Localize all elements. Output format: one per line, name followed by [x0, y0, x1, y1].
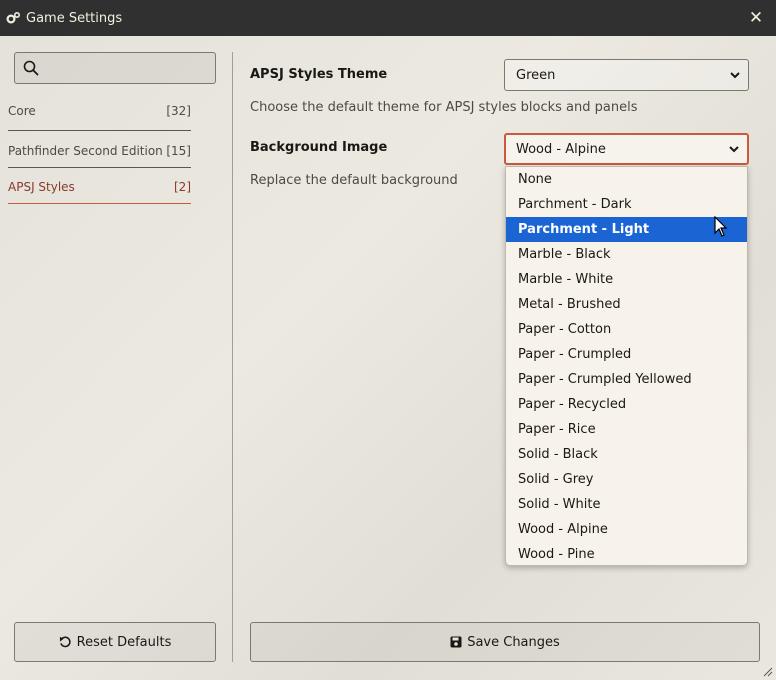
save-changes-button[interactable]: Save Changes	[250, 622, 760, 662]
background-select-value: Wood - Alpine	[516, 141, 606, 157]
category-core[interactable]: Core [32]	[8, 104, 191, 118]
panel-divider	[232, 52, 233, 662]
dropdown-option[interactable]: Solid - Black	[506, 442, 747, 467]
chevron-down-icon	[729, 146, 739, 153]
dropdown-option[interactable]: Paper - Crumpled	[506, 342, 747, 367]
gears-icon	[4, 9, 22, 27]
background-dropdown-list[interactable]: None Parchment - Dark Parchment - Light Mar…	[505, 166, 748, 566]
dropdown-option[interactable]: Paper - Recycled	[506, 392, 747, 417]
background-setting-label: Background Image	[250, 140, 388, 155]
undo-icon	[59, 636, 71, 647]
dropdown-option[interactable]: None	[506, 167, 747, 192]
sidebar	[14, 52, 216, 84]
category-pathfinder[interactable]: Pathfinder Second Edition [15]	[8, 144, 191, 158]
category-label: Pathfinder Second Edition	[8, 144, 163, 158]
category-active-underline	[8, 203, 191, 204]
dropdown-option[interactable]: Marble - Black	[506, 242, 747, 267]
category-count: [15]	[166, 144, 191, 158]
search-icon	[23, 60, 39, 76]
theme-select[interactable]: Green	[504, 59, 749, 91]
background-select[interactable]: Wood - Alpine	[504, 133, 749, 165]
dropdown-option[interactable]: Wood - Pine	[506, 542, 747, 567]
save-icon	[450, 636, 462, 648]
theme-setting-hint: Choose the default theme for APSJ styles…	[250, 100, 638, 115]
reset-defaults-button[interactable]: Reset Defaults	[14, 622, 216, 662]
chevron-down-icon	[730, 72, 740, 79]
category-divider	[8, 167, 191, 168]
dropdown-option[interactable]: Parchment - Dark	[506, 192, 747, 217]
theme-select-value: Green	[516, 67, 556, 83]
category-count: [2]	[174, 180, 191, 194]
window-title: Game Settings	[26, 10, 123, 26]
reset-defaults-label: Reset Defaults	[76, 634, 172, 650]
category-label: Core	[8, 104, 36, 118]
dropdown-option[interactable]: Solid - White	[506, 492, 747, 517]
dropdown-option[interactable]: Marble - White	[506, 267, 747, 292]
dropdown-option[interactable]: Solid - Grey	[506, 467, 747, 492]
dropdown-option[interactable]: Paper - Cotton	[506, 317, 747, 342]
close-icon[interactable]: ✕	[744, 6, 768, 30]
window-titlebar: Game Settings ✕	[0, 0, 776, 36]
dropdown-option[interactable]: Paper - Crumpled Yellowed	[506, 367, 747, 392]
dropdown-option[interactable]: Parchment - Light	[506, 217, 747, 242]
category-apsj-styles[interactable]: APSJ Styles [2]	[8, 180, 191, 194]
dropdown-option[interactable]: Metal - Brushed	[506, 292, 747, 317]
category-divider	[8, 130, 191, 131]
search-input[interactable]	[14, 52, 216, 84]
theme-setting-label: APSJ Styles Theme	[250, 67, 388, 82]
resize-handle-icon[interactable]	[763, 667, 773, 677]
save-changes-label: Save Changes	[467, 634, 560, 650]
dropdown-option[interactable]: Paper - Rice	[506, 417, 747, 442]
background-setting-hint: Replace the default background	[250, 173, 458, 188]
dropdown-option[interactable]: Wood - Alpine	[506, 517, 747, 542]
category-label: APSJ Styles	[8, 180, 75, 194]
category-count: [32]	[166, 104, 191, 118]
